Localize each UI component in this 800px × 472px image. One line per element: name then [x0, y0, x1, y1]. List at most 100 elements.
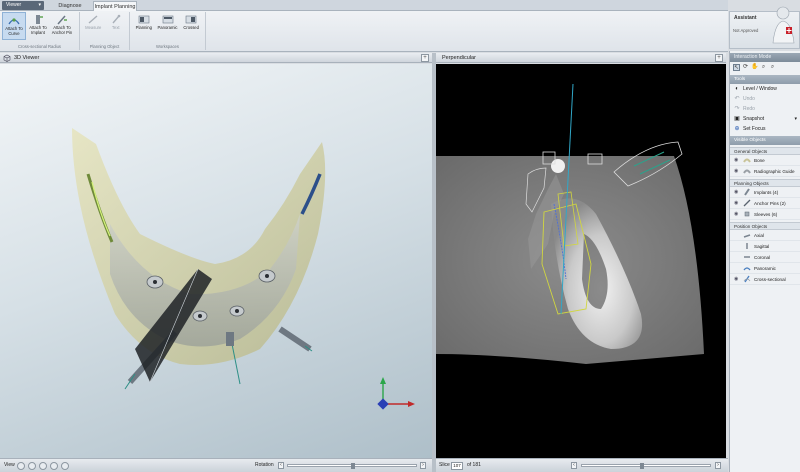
- tab-implant-planning[interactable]: Implant Planning: [93, 1, 137, 11]
- redo-label: Redo: [743, 106, 755, 112]
- view-top-icon[interactable]: [50, 462, 58, 470]
- object-implants[interactable]: ◉ Implants (4): [730, 187, 800, 198]
- zoom-window-icon[interactable]: ⌕: [769, 64, 776, 71]
- perpendicular-canvas[interactable]: [436, 64, 726, 458]
- tab-diagnose-label: Diagnose: [58, 3, 82, 9]
- panoramic-icon: [743, 267, 751, 271]
- perpendicular-header: Perpendicular +: [436, 53, 726, 63]
- text-icon: [112, 14, 121, 24]
- position-objects-section: Position Objects: [730, 222, 800, 230]
- implant-icon: [744, 188, 750, 196]
- object-radiographic-guide[interactable]: ◉ Radiographic Guide: [730, 166, 800, 177]
- assistant-figure-icon: [772, 6, 795, 44]
- attach-to-anchor-pin-button[interactable]: Attach To Anchor Pin: [50, 12, 74, 40]
- bone-icon: [743, 158, 751, 163]
- object-axial[interactable]: ◉Axial: [730, 230, 800, 241]
- planning-workspace-button[interactable]: Planning: [132, 12, 156, 40]
- slice-prev-button[interactable]: ‹: [571, 462, 577, 469]
- object-panoramic[interactable]: ◉Panoramic: [730, 263, 800, 274]
- attach-to-curve-button[interactable]: Attach To Curve: [2, 12, 26, 40]
- object-label: Radiographic Guide: [754, 168, 795, 174]
- slice-slider-thumb[interactable]: [640, 463, 644, 469]
- view-front-icon[interactable]: [17, 462, 25, 470]
- eye-icon[interactable]: ◉: [734, 168, 740, 174]
- cross-sectional-icon: [743, 275, 751, 283]
- chevron-down-icon[interactable]: ▾: [794, 114, 797, 124]
- level-window-label: Level / Window: [743, 86, 777, 92]
- text-button[interactable]: Text: [105, 12, 128, 40]
- tools-header: Tools: [730, 75, 800, 84]
- eye-icon[interactable]: ◉: [734, 211, 740, 217]
- rotation-increase-button[interactable]: ›: [420, 462, 426, 469]
- object-label: Anchor Pins (2): [754, 200, 786, 206]
- slice-number-field[interactable]: 107: [451, 462, 463, 470]
- snapshot-tool[interactable]: ▣ Snapshot ▾: [730, 114, 800, 124]
- snapshot-label: Snapshot: [743, 116, 765, 122]
- object-label: Sagittal: [754, 243, 770, 249]
- object-anchor-pins[interactable]: ◉ Anchor Pins (2): [730, 198, 800, 209]
- eye-icon[interactable]: ◉: [734, 157, 740, 163]
- object-sleeves[interactable]: ◉ Sleeves (6): [730, 209, 800, 220]
- object-cross-sectional[interactable]: ◉ Cross-sectional: [730, 274, 800, 285]
- jaw-3d-render: [72, 128, 415, 410]
- eye-icon[interactable]: ◉: [734, 200, 740, 206]
- maximize-3d-button[interactable]: +: [421, 54, 429, 62]
- zoom-icon[interactable]: ⌕: [760, 64, 767, 71]
- rotation-decrease-button[interactable]: ‹: [278, 462, 284, 469]
- right-pane: Interaction Mode ↖ ⟳ ✋ ⌕ ⌕ Tools ◐ Level …: [729, 51, 800, 472]
- panoramic-workspace-label: Panoramic: [157, 25, 178, 30]
- set-focus-tool[interactable]: ⊕ Set Focus: [730, 124, 800, 134]
- approval-status: Not Approved: [733, 28, 759, 33]
- set-focus-label: Set Focus: [743, 126, 766, 132]
- assistant-panel[interactable]: Assistant Not Approved: [729, 6, 800, 49]
- redo-tool[interactable]: ↷ Redo: [730, 104, 800, 114]
- anchor-pin-icon: [743, 199, 751, 207]
- panoramic-workspace-icon: [162, 15, 173, 24]
- rotate-icon[interactable]: ⟳: [742, 64, 749, 71]
- pan-icon[interactable]: ✋: [751, 64, 758, 71]
- guide-icon: [743, 169, 751, 174]
- level-window-tool[interactable]: ◐ Level / Window: [730, 84, 800, 94]
- object-sagittal[interactable]: ◉Sagittal: [730, 241, 800, 252]
- undo-tool[interactable]: ↶ Undo: [730, 94, 800, 104]
- redo-icon: ↷: [734, 106, 740, 112]
- tab-diagnose[interactable]: Diagnose: [48, 1, 92, 11]
- slice-label: Slice: [439, 462, 450, 468]
- eye-icon[interactable]: ◉: [734, 189, 740, 195]
- crossed-workspace-icon: [185, 15, 197, 24]
- attach-to-implant-button[interactable]: Attach To Implant: [26, 12, 50, 40]
- measure-button[interactable]: Measure: [82, 12, 105, 40]
- maximize-perpendicular-button[interactable]: +: [715, 54, 723, 62]
- select-icon[interactable]: ↖: [733, 64, 740, 71]
- view-left-icon[interactable]: [28, 462, 36, 470]
- rotation-slider-thumb[interactable]: [351, 463, 355, 469]
- measure-icon: [88, 15, 98, 24]
- view-right-icon[interactable]: [39, 462, 47, 470]
- crossed-workspace-button[interactable]: Crossed: [179, 12, 203, 40]
- viewer-3d-toolbar: View Rotation ‹ ›: [0, 458, 432, 472]
- panoramic-workspace-button[interactable]: Panoramic: [156, 12, 180, 40]
- camera-icon: ▣: [734, 116, 740, 122]
- planning-workspace-icon: [138, 15, 150, 24]
- object-coronal[interactable]: ◉Coronal: [730, 252, 800, 263]
- eye-icon[interactable]: ◉: [734, 276, 740, 282]
- object-label: Axial: [754, 232, 764, 238]
- view-bottom-icon[interactable]: [61, 462, 69, 470]
- viewer-3d-canvas[interactable]: [0, 64, 432, 458]
- view-label: View: [4, 462, 15, 468]
- group-cross-sectional-radius: Attach To Curve Attach To Implant Attach…: [0, 12, 80, 50]
- slice-total: of 181: [467, 462, 481, 468]
- ribbon: Viewer ▾ Diagnose Implant Planning Attac…: [0, 0, 728, 52]
- slice-next-button[interactable]: ›: [715, 462, 721, 469]
- attach-to-anchor-pin-label: Attach To Anchor Pin: [51, 25, 73, 35]
- app-menu-button[interactable]: Viewer ▾: [2, 1, 44, 10]
- rotation-slider[interactable]: [287, 463, 417, 469]
- crossed-workspace-label: Crossed: [183, 25, 199, 30]
- attach-to-implant-label: Attach To Implant: [29, 25, 47, 35]
- planning-workspace-label: Planning: [135, 25, 152, 30]
- tab-implant-planning-label: Implant Planning: [94, 4, 136, 10]
- ribbon-tabs: Viewer ▾ Diagnose Implant Planning: [0, 0, 728, 11]
- viewer-3d-header: 3D Viewer +: [0, 53, 432, 63]
- object-bone[interactable]: ◉ Bone: [730, 155, 800, 166]
- slice-slider[interactable]: [581, 463, 711, 469]
